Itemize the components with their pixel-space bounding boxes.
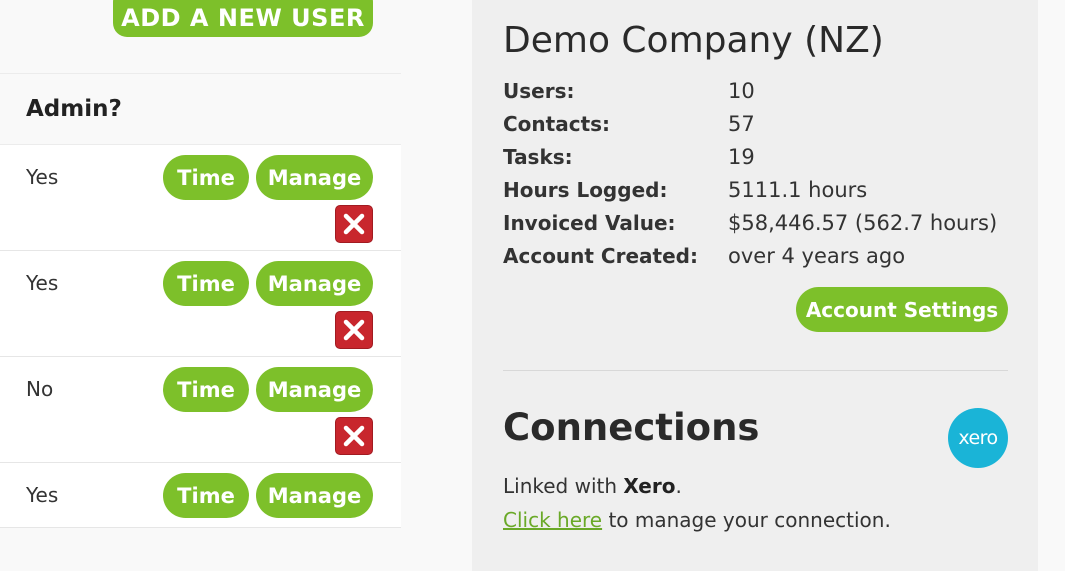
stat-row-contacts: Contacts: 57 (503, 107, 1023, 140)
admin-column-header-label: Admin? (26, 96, 122, 122)
stat-label: Hours Logged: (503, 177, 668, 202)
table-row: Yes Time Manage (0, 251, 401, 357)
stat-value: over 4 years ago (728, 243, 906, 268)
time-button[interactable]: Time (163, 367, 249, 412)
stat-value: 57 (728, 111, 755, 136)
company-panel: Demo Company (NZ) Users: 10 Contacts: 57… (472, 0, 1038, 571)
stat-row-invoiced-value: Invoiced Value: $58,446.57 (562.7 hours) (503, 206, 1023, 239)
linked-provider-name: Xero (623, 474, 676, 498)
stat-label: Invoiced Value: (503, 210, 676, 235)
time-button[interactable]: Time (163, 155, 249, 200)
linked-status: Linked with Xero. (503, 474, 682, 498)
stat-value: 19 (728, 144, 755, 169)
xero-logo-text: xero (958, 427, 998, 449)
manage-connection-link[interactable]: Click here (503, 508, 602, 532)
manage-button[interactable]: Manage (256, 261, 373, 306)
stat-row-account-created: Account Created: over 4 years ago (503, 239, 1023, 272)
manage-button[interactable]: Manage (256, 155, 373, 200)
time-button[interactable]: Time (163, 261, 249, 306)
stat-value: 5111.1 hours (728, 177, 868, 202)
admin-value: Yes (26, 483, 59, 507)
table-row: No Time Manage (0, 357, 401, 463)
delete-user-button[interactable] (335, 417, 373, 455)
stat-label: Tasks: (503, 144, 573, 169)
table-row: Yes Time Manage (0, 145, 401, 251)
stat-row-users: Users: 10 (503, 74, 1023, 107)
manage-connection-suffix: to manage your connection. (602, 508, 891, 532)
manage-button[interactable]: Manage (256, 473, 373, 518)
connections-title: Connections (503, 406, 760, 449)
stat-row-hours-logged: Hours Logged: 5111.1 hours (503, 173, 1023, 206)
close-icon (343, 425, 365, 447)
users-column: ADD A NEW USER Admin? Yes Time Manage Ye… (0, 0, 401, 571)
admin-value: No (26, 377, 54, 401)
linked-prefix: Linked with (503, 474, 624, 498)
manage-connection-text: Click here to manage your connection. (503, 508, 891, 532)
admin-value: Yes (26, 271, 59, 295)
section-divider (503, 370, 1008, 371)
stat-label: Account Created: (503, 243, 698, 268)
close-icon (343, 319, 365, 341)
admin-column-header: Admin? (0, 73, 401, 145)
close-icon (343, 213, 365, 235)
company-stats: Users: 10 Contacts: 57 Tasks: 19 Hours L… (503, 74, 1023, 272)
linked-suffix: . (675, 474, 682, 498)
table-row: Yes Time Manage (0, 463, 401, 528)
manage-button[interactable]: Manage (256, 367, 373, 412)
xero-logo: xero (948, 408, 1008, 468)
delete-user-button[interactable] (335, 311, 373, 349)
page: ADD A NEW USER Admin? Yes Time Manage Ye… (0, 0, 1065, 571)
users-table: Admin? Yes Time Manage Yes Time Manage N… (0, 73, 401, 528)
add-new-user-button[interactable]: ADD A NEW USER (113, 0, 373, 37)
delete-user-button[interactable] (335, 205, 373, 243)
stat-row-tasks: Tasks: 19 (503, 140, 1023, 173)
time-button[interactable]: Time (163, 473, 249, 518)
stat-value: $58,446.57 (562.7 hours) (728, 210, 998, 235)
stat-value: 10 (728, 78, 755, 103)
account-settings-button[interactable]: Account Settings (796, 287, 1008, 332)
admin-value: Yes (26, 165, 59, 189)
stat-label: Users: (503, 78, 575, 103)
company-title: Demo Company (NZ) (503, 20, 884, 61)
stat-label: Contacts: (503, 111, 611, 136)
